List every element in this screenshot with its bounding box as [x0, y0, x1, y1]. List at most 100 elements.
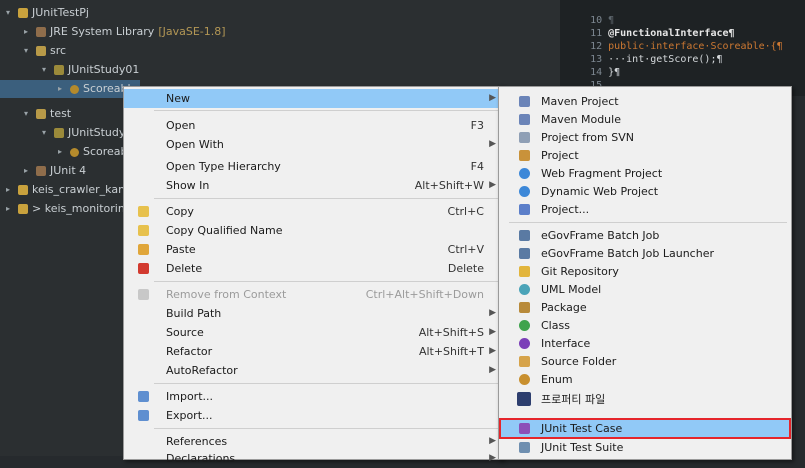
tree-item-scoreable-test[interactable]: ▸ Scoreabl — [58, 143, 131, 161]
maven-module-icon — [519, 114, 530, 125]
submenu-item-egov-batch-launcher[interactable]: eGovFrame Batch Job Launcher — [499, 244, 791, 263]
expand-arrow-icon[interactable]: ▸ — [6, 200, 14, 218]
menu-item-delete[interactable]: Delete Delete — [124, 259, 502, 278]
menu-item-new[interactable]: New ▶ — [124, 89, 502, 108]
menu-item-remove-from-context[interactable]: Remove from Context Ctrl+Alt+Shift+Down — [124, 285, 502, 304]
collapse-arrow-icon[interactable]: ▾ — [42, 124, 50, 142]
menu-item-export[interactable]: Export... — [124, 406, 502, 425]
submenu-item-class[interactable]: Class — [499, 316, 791, 335]
submenu-item-junit-test-case[interactable]: JUnit Test Case — [499, 419, 791, 438]
menu-item-copy[interactable]: Copy Ctrl+C — [124, 202, 502, 221]
submenu-item-properties-file[interactable]: 프로퍼티 파일 — [499, 390, 791, 409]
project-icon — [18, 185, 28, 195]
menu-item-build-path[interactable]: Build Path ▶ — [124, 304, 502, 323]
submenu-item-project-from-svn[interactable]: Project from SVN — [499, 128, 791, 147]
submenu-item-git-repository[interactable]: Git Repository — [499, 262, 791, 281]
submenu-item-maven-project[interactable]: Maven Project — [499, 92, 791, 111]
tree-item-test-package[interactable]: ▾ JUnitStudy0 — [42, 124, 132, 142]
menu-item-refactor[interactable]: Refactor Alt+Shift+T ▶ — [124, 342, 502, 361]
collapse-arrow-icon[interactable]: ▾ — [24, 42, 32, 60]
menu-item-open-with[interactable]: Open With ▶ — [124, 135, 502, 154]
maven-project-icon — [519, 96, 530, 107]
submenu-item-junit-test-suite[interactable]: JUnit Test Suite — [499, 438, 791, 457]
project-icon — [519, 150, 530, 161]
collapse-arrow-icon[interactable]: ▾ — [42, 61, 50, 79]
tree-item-scoreable[interactable]: ▸ Scoreabl — [58, 80, 131, 98]
submenu-item-interface[interactable]: Interface — [499, 334, 791, 353]
menu-item-import[interactable]: Import... — [124, 387, 502, 406]
package-icon — [54, 128, 64, 138]
interface-icon — [519, 338, 530, 349]
submenu-item-web-fragment-project[interactable]: Web Fragment Project — [499, 164, 791, 183]
submenu-item-enum[interactable]: Enum — [499, 370, 791, 389]
project-icon — [18, 204, 28, 214]
tree-item-keis-crawler[interactable]: ▸ keis_crawler_kam — [6, 181, 129, 199]
submenu-arrow-icon: ▶ — [489, 93, 496, 103]
project-wizard-icon — [519, 204, 530, 215]
menu-item-open-type-hierarchy[interactable]: Open Type Hierarchy F4 — [124, 157, 502, 176]
expand-arrow-icon[interactable]: ▸ — [58, 143, 66, 161]
submenu-item-project[interactable]: Project — [499, 146, 791, 165]
submenu-item-source-folder[interactable]: Source Folder — [499, 352, 791, 371]
menu-item-autorefactor[interactable]: AutoRefactor ▶ — [124, 361, 502, 380]
properties-file-icon — [517, 392, 531, 406]
menu-separator — [154, 281, 498, 282]
submenu-item-project-wizard[interactable]: Project... — [499, 200, 791, 219]
submenu-item-egov-batch-job[interactable]: eGovFrame Batch Job — [499, 226, 791, 245]
menu-item-copy-qualified-name[interactable]: Copy Qualified Name — [124, 221, 502, 240]
tree-item-keis-monitoring[interactable]: ▸ > keis_monitorin — [6, 200, 125, 218]
code-line: 11 @FunctionalInterface¶ — [590, 28, 735, 39]
tree-item-package[interactable]: ▾ JUnitStudy01 — [42, 61, 139, 79]
submenu-arrow-icon: ▶ — [489, 365, 496, 375]
menu-item-declarations[interactable]: Declarations ▶ — [124, 449, 502, 468]
menu-separator — [154, 198, 498, 199]
tree-item-src[interactable]: ▾ src — [24, 42, 66, 60]
class-icon — [519, 320, 530, 331]
source-folder-icon — [36, 109, 46, 119]
tree-item-junit4[interactable]: ▸ JUnit 4 — [24, 162, 86, 180]
menu-separator — [154, 428, 498, 429]
submenu-item-dynamic-web-project[interactable]: Dynamic Web Project — [499, 182, 791, 201]
expand-arrow-icon[interactable]: ▸ — [58, 80, 66, 98]
menu-separator — [154, 383, 498, 384]
remove-context-icon — [138, 289, 149, 300]
tree-item-jre-library[interactable]: ▸ JRE System Library [JavaSE-1.8] — [24, 23, 226, 41]
expand-arrow-icon[interactable]: ▸ — [24, 23, 32, 41]
submenu-item-package[interactable]: Package — [499, 298, 791, 317]
tree-item-project[interactable]: ▾ JUnitTestPj — [6, 4, 89, 22]
import-icon — [138, 391, 149, 402]
code-line: 14}¶ — [590, 67, 621, 78]
code-line: 13 ···int·getScore();¶ — [590, 54, 723, 65]
dynamic-web-icon — [519, 186, 530, 197]
submenu-arrow-icon: ▶ — [489, 180, 496, 190]
tree-item-test[interactable]: ▾ test — [24, 105, 71, 123]
batch-job-icon — [519, 230, 530, 241]
submenu-arrow-icon: ▶ — [489, 346, 496, 356]
source-folder-icon — [36, 46, 46, 56]
context-menu: New ▶ Open F3 Open With ▶ Open Type Hier… — [123, 86, 503, 465]
delete-icon — [138, 263, 149, 274]
menu-item-show-in[interactable]: Show In Alt+Shift+W ▶ — [124, 176, 502, 195]
batch-launcher-icon — [519, 248, 530, 259]
submenu-item-maven-module[interactable]: Maven Module — [499, 110, 791, 129]
menu-item-paste[interactable]: Paste Ctrl+V — [124, 240, 502, 259]
web-fragment-icon — [519, 168, 530, 179]
submenu-item-uml-model[interactable]: UML Model — [499, 280, 791, 299]
menu-item-source[interactable]: Source Alt+Shift+S ▶ — [124, 323, 502, 342]
collapse-arrow-icon[interactable]: ▾ — [24, 105, 32, 123]
svn-project-icon — [519, 132, 530, 143]
java-interface-icon — [70, 84, 79, 94]
menu-item-open[interactable]: Open F3 — [124, 116, 502, 135]
expand-arrow-icon[interactable]: ▸ — [6, 181, 14, 199]
menu-separator — [509, 222, 787, 223]
collapse-arrow-icon[interactable]: ▾ — [6, 4, 14, 22]
source-folder-icon — [519, 356, 530, 367]
code-editor[interactable]: 10 ¶ 11 @FunctionalInterface¶ 12 public·int… — [560, 0, 805, 96]
uml-model-icon — [519, 284, 530, 295]
library-icon — [36, 27, 46, 37]
export-icon — [138, 410, 149, 421]
menu-separator — [154, 110, 498, 111]
expand-arrow-icon[interactable]: ▸ — [24, 162, 32, 180]
code-line: 10 ¶ — [590, 15, 615, 26]
code-line: 12 public·interface·Scoreable·{¶ — [590, 41, 783, 52]
